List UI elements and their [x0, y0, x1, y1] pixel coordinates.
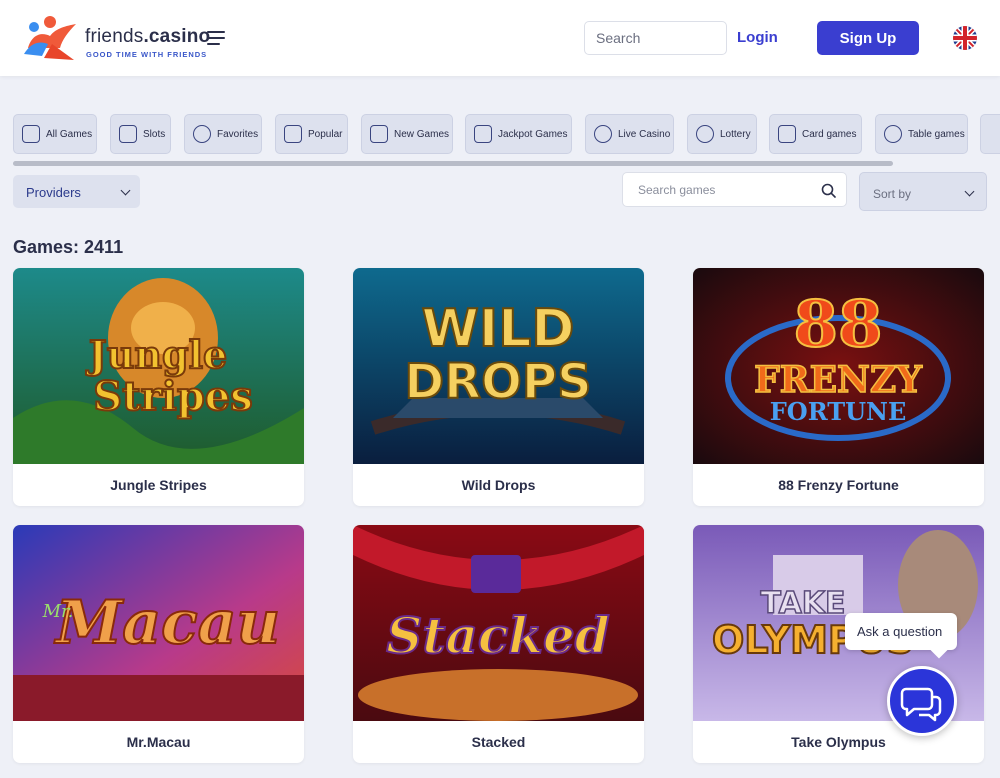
game-card[interactable]: Macau Mr. Mr.Macau	[13, 525, 304, 763]
header-search-input[interactable]	[584, 21, 727, 55]
lottery-icon	[696, 125, 714, 143]
ask-question-bubble[interactable]: Ask a question	[845, 613, 957, 650]
sort-dropdown[interactable]: Sort by	[859, 172, 987, 211]
uk-flag-icon[interactable]	[953, 26, 977, 50]
slots-icon	[119, 125, 137, 143]
logo-wordmark: friends.casino	[85, 26, 211, 47]
game-search-input[interactable]	[623, 173, 813, 206]
tab-slots[interactable]: Slots	[110, 114, 171, 154]
all-games-icon	[22, 125, 40, 143]
menu-icon[interactable]	[207, 31, 225, 45]
game-search-box	[622, 172, 847, 207]
tab-table-games[interactable]: Table games	[875, 114, 968, 154]
game-card[interactable]: 88 FRENZY FORTUNE 88 Frenzy Fortune	[693, 268, 984, 506]
svg-text:Macau: Macau	[54, 588, 280, 658]
category-scrollbar[interactable]	[13, 161, 893, 166]
chat-button[interactable]	[887, 666, 957, 736]
popular-icon	[284, 125, 302, 143]
chat-icon	[900, 687, 942, 722]
games-count: Games: 2411	[13, 237, 124, 257]
logo-tagline: GOOD TIME WITH FRIENDS	[86, 50, 208, 59]
game-thumbnail: WILD DROPS	[353, 268, 644, 464]
game-title: Stacked	[471, 734, 526, 750]
svg-text:Mr.: Mr.	[42, 601, 74, 622]
game-thumbnail: Stacked	[353, 525, 644, 721]
svg-text:FORTUNE: FORTUNE	[770, 397, 907, 426]
providers-dropdown[interactable]: Providers	[13, 175, 140, 208]
chevron-down-icon	[120, 185, 131, 196]
site-logo[interactable]: friends.casino GOOD TIME WITH FRIENDS	[22, 14, 210, 62]
game-title: 88 Frenzy Fortune	[778, 477, 899, 493]
game-thumbnail: 88 FRENZY FORTUNE	[693, 268, 984, 464]
game-thumbnail: Macau Mr.	[13, 525, 304, 721]
game-card[interactable]: Jungle Stripes Jungle Stripes	[13, 268, 304, 506]
game-card[interactable]: WILD DROPS Wild Drops	[353, 268, 644, 506]
game-title: Mr.Macau	[126, 734, 191, 750]
tab-more[interactable]	[980, 114, 1000, 154]
tab-favorites[interactable]: Favorites	[184, 114, 262, 154]
card-games-icon	[778, 125, 796, 143]
signup-button[interactable]: Sign Up	[817, 21, 919, 55]
logo-mark-icon	[24, 16, 76, 60]
game-title: Jungle Stripes	[110, 477, 207, 493]
jackpot-icon	[474, 125, 492, 143]
svg-text:DROPS: DROPS	[404, 354, 591, 410]
svg-text:88: 88	[793, 287, 882, 362]
svg-text:TAKE: TAKE	[760, 586, 845, 621]
site-header: friends.casino GOOD TIME WITH FRIENDS Lo…	[0, 0, 1000, 76]
login-link[interactable]: Login	[737, 29, 778, 46]
svg-text:Stripes: Stripes	[93, 373, 253, 420]
game-title: Wild Drops	[461, 477, 536, 493]
tab-card-games[interactable]: Card games	[769, 114, 862, 154]
game-thumbnail: Jungle Stripes	[13, 268, 304, 464]
tab-popular[interactable]: Popular	[275, 114, 348, 154]
favorites-icon	[193, 125, 211, 143]
svg-text:WILD: WILD	[421, 299, 574, 359]
svg-text:Jungle: Jungle	[86, 332, 227, 377]
tab-lottery[interactable]: Lottery	[687, 114, 757, 154]
svg-text:FRENZY: FRENZY	[754, 359, 923, 401]
search-icon[interactable]	[821, 183, 836, 198]
svg-text:Stacked: Stacked	[386, 606, 609, 665]
chevron-down-icon	[964, 186, 975, 197]
tab-jackpot-games[interactable]: Jackpot Games	[465, 114, 572, 154]
game-card[interactable]: Stacked Stacked	[353, 525, 644, 763]
new-games-icon	[370, 125, 388, 143]
tab-live-casino[interactable]: Live Casino	[585, 114, 674, 154]
game-title: Take Olympus	[791, 734, 886, 750]
table-games-icon	[884, 125, 902, 143]
tab-all-games[interactable]: All Games	[13, 114, 97, 154]
live-casino-icon	[594, 125, 612, 143]
category-bar: All Games Slots Favorites Popular New Ga…	[0, 114, 1000, 156]
tab-new-games[interactable]: New Games	[361, 114, 453, 154]
